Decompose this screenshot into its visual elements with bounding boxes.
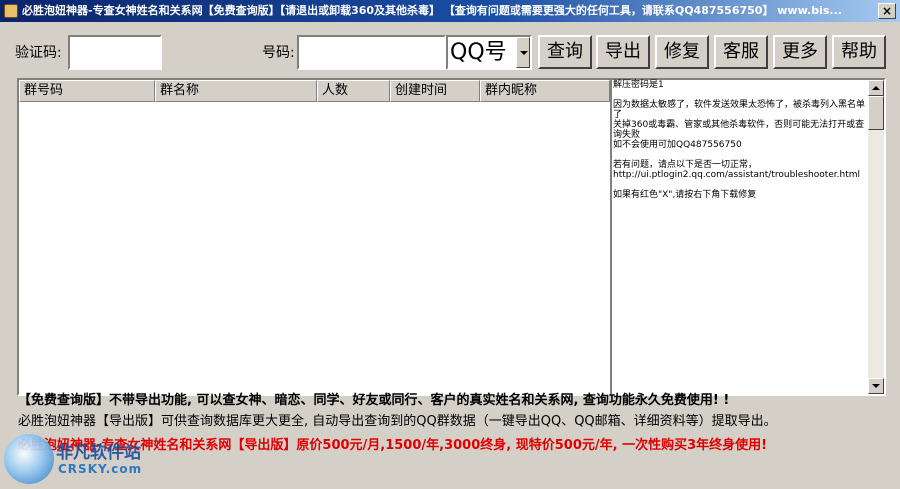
app-icon <box>4 4 18 18</box>
column-header-group-number[interactable]: 群号码 <box>19 80 155 102</box>
info-line: 因为数据太敏感了，软件发送效果太恐怖了，被杀毒列入黑名单了 <box>613 100 866 120</box>
export-version-note: 必胜泡妞神器【导出版】可供查询数据库更大更全, 自动导出查询到的QQ群数据（一键… <box>18 414 777 429</box>
title-bar: 必胜泡妞神器-专查女神姓名和关系网【免费查询版】【请退出或卸载360及其他杀毒】… <box>0 0 900 22</box>
captcha-input[interactable] <box>68 35 162 70</box>
site-watermark: 非凡软件站 CRSKY.com <box>4 432 154 486</box>
watermark-sub-text: CRSKY.com <box>58 462 143 476</box>
column-header-group-name[interactable]: 群名称 <box>155 80 317 102</box>
help-button[interactable]: 帮助 <box>832 35 886 69</box>
group-list[interactable]: 群号码 群名称 人数 创建时间 群内昵称 <box>17 78 612 396</box>
info-line: http://ui.ptlogin2.qq.com/assistant/trou… <box>613 170 861 180</box>
repair-button[interactable]: 修复 <box>655 35 709 69</box>
group-list-header: 群号码 群名称 人数 创建时间 群内昵称 <box>19 80 610 102</box>
window-title: 必胜泡妞神器-专查女神姓名和关系网【免费查询版】【请退出或卸载360及其他杀毒】… <box>22 4 842 17</box>
scroll-thumb[interactable] <box>868 96 884 130</box>
close-button[interactable]: × <box>878 3 896 19</box>
export-button[interactable]: 导出 <box>596 35 650 69</box>
captcha-label: 验证码: <box>15 45 62 61</box>
scroll-up-icon[interactable] <box>868 80 884 96</box>
info-line: 如不会使用可加QQ487556750 <box>613 140 742 150</box>
info-line: 若有问题，请点以下是否一切正常， <box>613 160 758 170</box>
info-line: 关掉360或毒霸、管家或其他杀毒软件，否则可能无法打开或查询失败 <box>613 120 865 140</box>
number-type-select[interactable]: QQ号 <box>446 35 532 70</box>
column-header-group-nickname[interactable]: 群内昵称 <box>480 80 610 102</box>
chevron-down-icon[interactable] <box>516 37 530 68</box>
watermark-main-text: 非凡软件站 <box>56 443 141 463</box>
number-input[interactable] <box>297 35 446 70</box>
column-header-member-count[interactable]: 人数 <box>317 80 390 102</box>
watermark-logo-icon <box>4 434 54 484</box>
info-scrollbar[interactable] <box>868 80 884 394</box>
free-version-note: 【免费查询版】不带导出功能, 可以查女神、暗恋、同学、好友或同行、客户的真实姓名… <box>18 393 730 408</box>
info-panel[interactable]: 解压密码是1 因为数据太敏感了，软件发送效果太恐怖了，被杀毒列入黑名单了 关掉3… <box>610 78 886 396</box>
query-button[interactable]: 查询 <box>538 35 592 69</box>
number-type-value: QQ号 <box>450 40 507 65</box>
info-line: 如果有红色"X",请按右下角下载修复 <box>613 190 757 200</box>
info-line: 解压密码是1 <box>613 80 664 90</box>
more-button[interactable]: 更多 <box>773 35 827 69</box>
column-header-created-time[interactable]: 创建时间 <box>390 80 480 102</box>
scroll-down-icon[interactable] <box>868 378 884 394</box>
customer-service-button[interactable]: 客服 <box>714 35 768 69</box>
number-label: 号码: <box>262 45 295 61</box>
info-text: 解压密码是1 因为数据太敏感了，软件发送效果太恐怖了，被杀毒列入黑名单了 关掉3… <box>613 80 868 200</box>
